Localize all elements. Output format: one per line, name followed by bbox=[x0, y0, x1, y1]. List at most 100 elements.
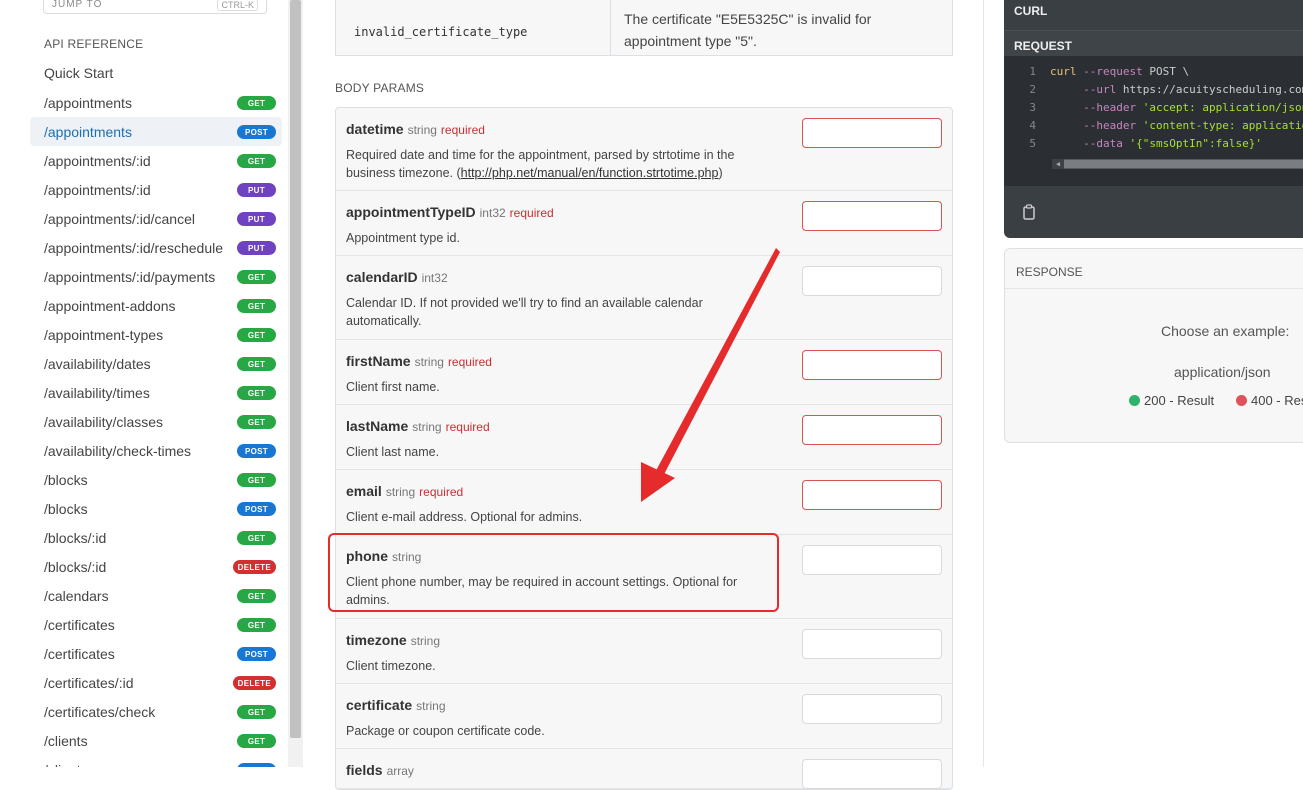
jump-to-search[interactable]: JUMP TO CTRL-K bbox=[43, 0, 267, 14]
sidebar-item-endpoint[interactable]: /blocks/:id DELETE bbox=[30, 552, 282, 581]
sidebar-item-label: /certificates bbox=[44, 645, 115, 662]
sidebar-item-endpoint[interactable]: /clients POST bbox=[30, 755, 282, 767]
error-table-row: invalid_certificate_type The certificate… bbox=[335, 0, 953, 56]
sidebar-item-endpoint[interactable]: /appointments GET bbox=[30, 88, 282, 117]
status-dot-icon bbox=[1236, 395, 1247, 406]
method-badge: GET bbox=[237, 531, 276, 545]
param-type: string bbox=[407, 123, 437, 137]
phone-input[interactable] bbox=[802, 545, 942, 575]
appointmenttypeid-input[interactable] bbox=[802, 201, 942, 231]
code-token: --request bbox=[1083, 65, 1150, 78]
sidebar-item-endpoint[interactable]: /certificates/check GET bbox=[30, 697, 282, 726]
calendarid-input[interactable] bbox=[802, 266, 942, 296]
method-badge: DELETE bbox=[232, 560, 276, 574]
method-badge: POST bbox=[237, 763, 276, 767]
sidebar-item-endpoint[interactable]: /appointment-types GET bbox=[30, 320, 282, 349]
sidebar-item-endpoint[interactable]: /appointments/:id GET bbox=[30, 146, 282, 175]
request-header: REQUEST bbox=[1004, 30, 1303, 56]
datetime-input[interactable] bbox=[802, 118, 942, 148]
method-badge: GET bbox=[237, 357, 276, 371]
sidebar-item-label: /appointments/:id/reschedule bbox=[44, 239, 223, 256]
param-required: required bbox=[509, 206, 554, 220]
param-row-certificate: certificate string Package or coupon certi… bbox=[336, 684, 952, 749]
code-token: --header bbox=[1083, 119, 1143, 132]
sidebar-item-endpoint[interactable]: /blocks GET bbox=[30, 465, 282, 494]
sidebar-item-endpoint[interactable]: /appointments/:id PUT bbox=[30, 175, 282, 204]
method-badge: GET bbox=[237, 473, 276, 487]
code-horizontal-scrollbar[interactable]: ◀ bbox=[1052, 159, 1303, 169]
code-text: --data '{"smsOptIn":false}' bbox=[1050, 137, 1262, 150]
param-description-text: Package or coupon certificate code. bbox=[346, 724, 545, 738]
sidebar-item-endpoint[interactable]: /appointments/:id/payments GET bbox=[30, 262, 282, 291]
example-400-label: 400 - Result bbox=[1251, 393, 1303, 408]
scroll-left-icon[interactable]: ◀ bbox=[1052, 159, 1064, 169]
sidebar-item-endpoint[interactable]: /appointments POST bbox=[30, 117, 282, 146]
method-badge: GET bbox=[237, 589, 276, 603]
error-code: invalid_certificate_type bbox=[336, 0, 611, 55]
method-badge: DELETE bbox=[232, 676, 276, 690]
sidebar-item-label: /appointments/:id/payments bbox=[44, 268, 216, 285]
email-input[interactable] bbox=[802, 480, 942, 510]
param-description-text: Appointment type id. bbox=[346, 231, 460, 245]
api-reference-heading: API REFERENCE bbox=[44, 37, 144, 51]
sidebar-item-label: /appointment-addons bbox=[44, 297, 176, 314]
method-badge: PUT bbox=[237, 212, 276, 226]
param-name: timezone bbox=[346, 632, 407, 648]
sidebar-item-endpoint[interactable]: /blocks/:id GET bbox=[30, 523, 282, 552]
sidebar-item-endpoint[interactable]: /appointment-addons GET bbox=[30, 291, 282, 320]
sidebar-item-endpoint[interactable]: /blocks POST bbox=[30, 494, 282, 523]
param-name: appointmentTypeID bbox=[346, 204, 476, 220]
sidebar-item-endpoint[interactable]: /appointments/:id/reschedule PUT bbox=[30, 233, 282, 262]
example-400[interactable]: 400 - Result bbox=[1236, 393, 1303, 408]
method-badge: POST bbox=[237, 647, 276, 661]
code-token: https://acuityscheduling.com bbox=[1122, 83, 1303, 96]
method-badge: GET bbox=[237, 386, 276, 400]
param-name: lastName bbox=[346, 418, 409, 434]
param-name: fields bbox=[346, 762, 383, 778]
lastname-input[interactable] bbox=[802, 415, 942, 445]
sidebar-item-endpoint[interactable]: /calendars GET bbox=[30, 581, 282, 610]
sidebar-item-endpoint[interactable]: /availability/check-times POST bbox=[30, 436, 282, 465]
sidebar-item-endpoint[interactable]: /certificates GET bbox=[30, 610, 282, 639]
example-200[interactable]: 200 - Result bbox=[1129, 393, 1214, 408]
sidebar-item-endpoint[interactable]: /appointments/:id/cancel PUT bbox=[30, 204, 282, 233]
certificate-input[interactable] bbox=[802, 694, 942, 724]
code-token: '{"smsOptIn":false}' bbox=[1129, 137, 1262, 150]
sidebar-item-endpoint[interactable]: /availability/classes GET bbox=[30, 407, 282, 436]
firstname-input[interactable] bbox=[802, 350, 942, 380]
fields-input[interactable] bbox=[802, 759, 942, 789]
method-badge: GET bbox=[237, 618, 276, 632]
sidebar-item-endpoint[interactable]: /certificates/:id DELETE bbox=[30, 668, 282, 697]
sidebar-item-endpoint[interactable]: /clients GET bbox=[30, 726, 282, 755]
curl-panel: CURL REQUEST 1 curl --request POST \ 2 --u… bbox=[1004, 0, 1303, 238]
sidebar-item-label: /appointment-types bbox=[44, 326, 164, 343]
timezone-input[interactable] bbox=[802, 629, 942, 659]
code-line: 2 --url https://acuityscheduling.com bbox=[1004, 83, 1303, 101]
quick-start-link[interactable]: Quick Start bbox=[44, 65, 113, 81]
copy-icon[interactable] bbox=[1022, 204, 1036, 220]
code-block[interactable]: 1 curl --request POST \ 2 --url https://ac… bbox=[1004, 56, 1303, 186]
curl-heading: CURL bbox=[1014, 4, 1048, 18]
param-name: calendarID bbox=[346, 269, 418, 285]
param-name: firstName bbox=[346, 353, 411, 369]
code-scrollbar-thumb[interactable] bbox=[1064, 160, 1303, 168]
sidebar-item-endpoint[interactable]: /availability/times GET bbox=[30, 378, 282, 407]
param-type: int32 bbox=[479, 206, 506, 220]
param-name: certificate bbox=[346, 697, 413, 713]
param-name: email bbox=[346, 483, 382, 499]
request-label: REQUEST bbox=[1014, 39, 1073, 53]
param-description-text: Client e-mail address. Optional for admi… bbox=[346, 510, 583, 524]
sidebar-item-endpoint[interactable]: /certificates POST bbox=[30, 639, 282, 668]
code-line: 4 --header 'content-type: application bbox=[1004, 119, 1303, 137]
sidebar-item-label: /availability/times bbox=[44, 384, 150, 401]
response-content-type[interactable]: application/json bbox=[1174, 364, 1271, 380]
sidebar-scrollbar-thumb[interactable] bbox=[290, 0, 301, 738]
strtotime-doc-link[interactable]: http://php.net/manual/en/function.strtot… bbox=[461, 166, 719, 180]
sidebar-item-endpoint[interactable]: /availability/dates GET bbox=[30, 349, 282, 378]
sidebar-item-label: /blocks bbox=[44, 500, 88, 517]
param-required: required bbox=[445, 420, 490, 434]
